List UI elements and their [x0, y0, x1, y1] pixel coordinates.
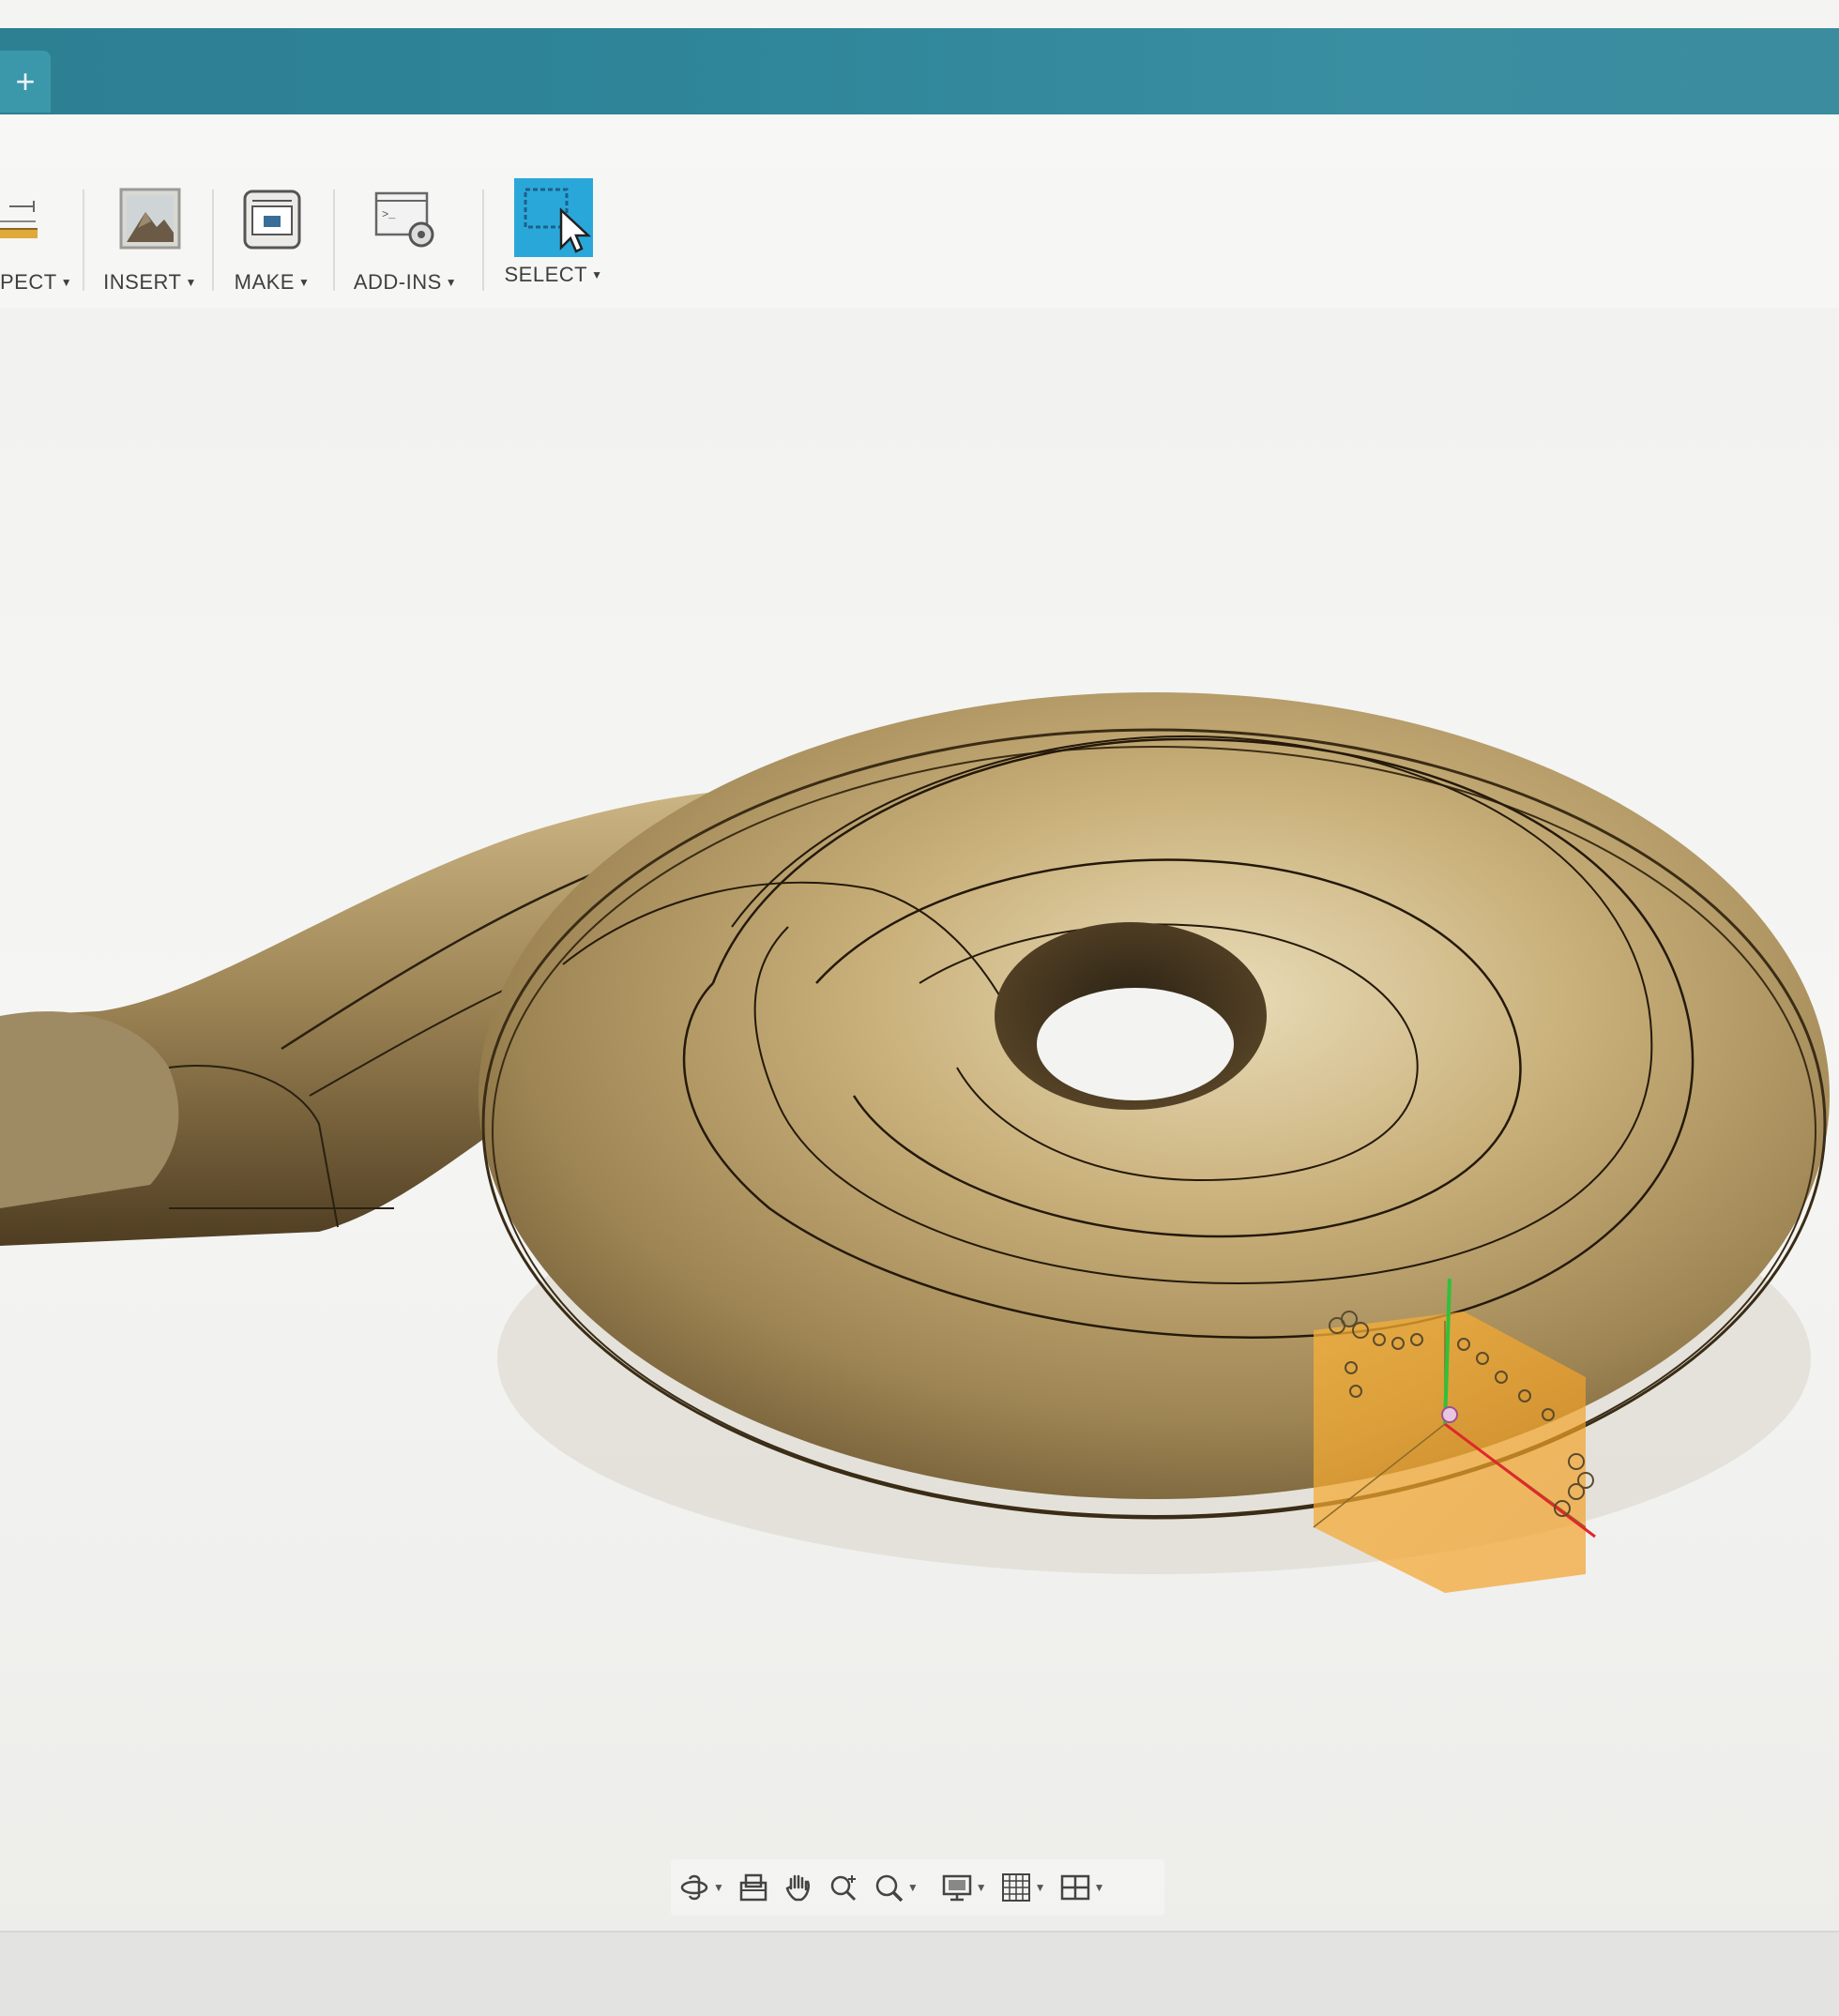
toolbar: PECT ▼ INSERT ▼ MAKE ▼ >_ ADD-INS ▼ SELE…	[0, 167, 1839, 308]
insert-menu-button[interactable]: INSERT ▼	[99, 186, 202, 308]
chevron-down-icon: ▼	[906, 1881, 919, 1894]
canvas-viewport[interactable]	[0, 308, 1839, 1931]
pan-icon	[785, 1874, 810, 1902]
origin-point[interactable]	[1441, 1406, 1458, 1423]
zoom-button[interactable]	[828, 1872, 859, 1903]
orbit-icon	[680, 1874, 708, 1901]
zoom-window-button[interactable]: ▼	[873, 1872, 919, 1903]
status-band	[0, 1931, 1839, 2016]
addins-label: ADD-INS	[353, 270, 442, 294]
script-gear-icon: >_	[372, 186, 438, 251]
select-menu-button[interactable]: SELECT ▼	[497, 178, 610, 308]
new-tab-button[interactable]: +	[0, 51, 51, 113]
3d-print-icon	[239, 186, 305, 251]
zoom-icon	[830, 1875, 856, 1902]
toolbar-separator	[482, 189, 484, 291]
chevron-down-icon: ▼	[1034, 1881, 1046, 1894]
select-cursor-icon	[514, 178, 593, 257]
display-settings-icon	[942, 1874, 972, 1902]
window-top-strip	[0, 0, 1839, 28]
chevron-down-icon: ▼	[713, 1881, 724, 1894]
chevron-down-icon: ▼	[591, 268, 603, 281]
pan-button[interactable]	[783, 1872, 814, 1903]
look-at-button[interactable]	[737, 1872, 769, 1903]
chevron-down-icon: ▼	[445, 276, 458, 289]
chevron-down-icon: ▼	[60, 276, 73, 289]
toolbar-separator	[212, 189, 214, 291]
volute-model[interactable]	[0, 308, 1839, 1931]
ruler-icon	[0, 186, 66, 251]
viewports-icon	[1060, 1874, 1089, 1901]
grid-button[interactable]: ▼	[1000, 1872, 1046, 1903]
toolbar-header-band	[0, 114, 1839, 167]
center-hole-opening	[1037, 988, 1234, 1100]
display-settings-button[interactable]: ▼	[941, 1872, 987, 1903]
chevron-down-icon: ▼	[1093, 1881, 1105, 1894]
document-tab-bar	[0, 28, 1839, 114]
svg-text:>_: >_	[382, 208, 396, 221]
viewports-button[interactable]: ▼	[1059, 1872, 1105, 1903]
toolbar-separator	[83, 189, 84, 291]
addins-menu-button[interactable]: >_ ADD-INS ▼	[349, 186, 462, 308]
insert-label: INSERT	[103, 270, 182, 294]
inspect-menu-button[interactable]: PECT ▼	[0, 186, 72, 308]
inspect-label: PECT	[0, 270, 57, 294]
chevron-down-icon: ▼	[975, 1881, 987, 1894]
zoom-window-icon	[875, 1874, 904, 1902]
grid-icon	[1001, 1873, 1030, 1902]
orbit-button[interactable]: ▼	[678, 1872, 724, 1903]
make-menu-button[interactable]: MAKE ▼	[225, 186, 319, 308]
make-label: MAKE	[234, 270, 295, 294]
navigation-bar: ▼ ▼ ▼ ▼ ▼	[671, 1859, 1164, 1916]
look-at-icon	[739, 1873, 768, 1902]
toolbar-separator	[333, 189, 335, 291]
select-label: SELECT	[504, 263, 588, 286]
chevron-down-icon: ▼	[297, 276, 311, 289]
chevron-down-icon: ▼	[185, 276, 197, 289]
image-icon	[117, 186, 183, 251]
